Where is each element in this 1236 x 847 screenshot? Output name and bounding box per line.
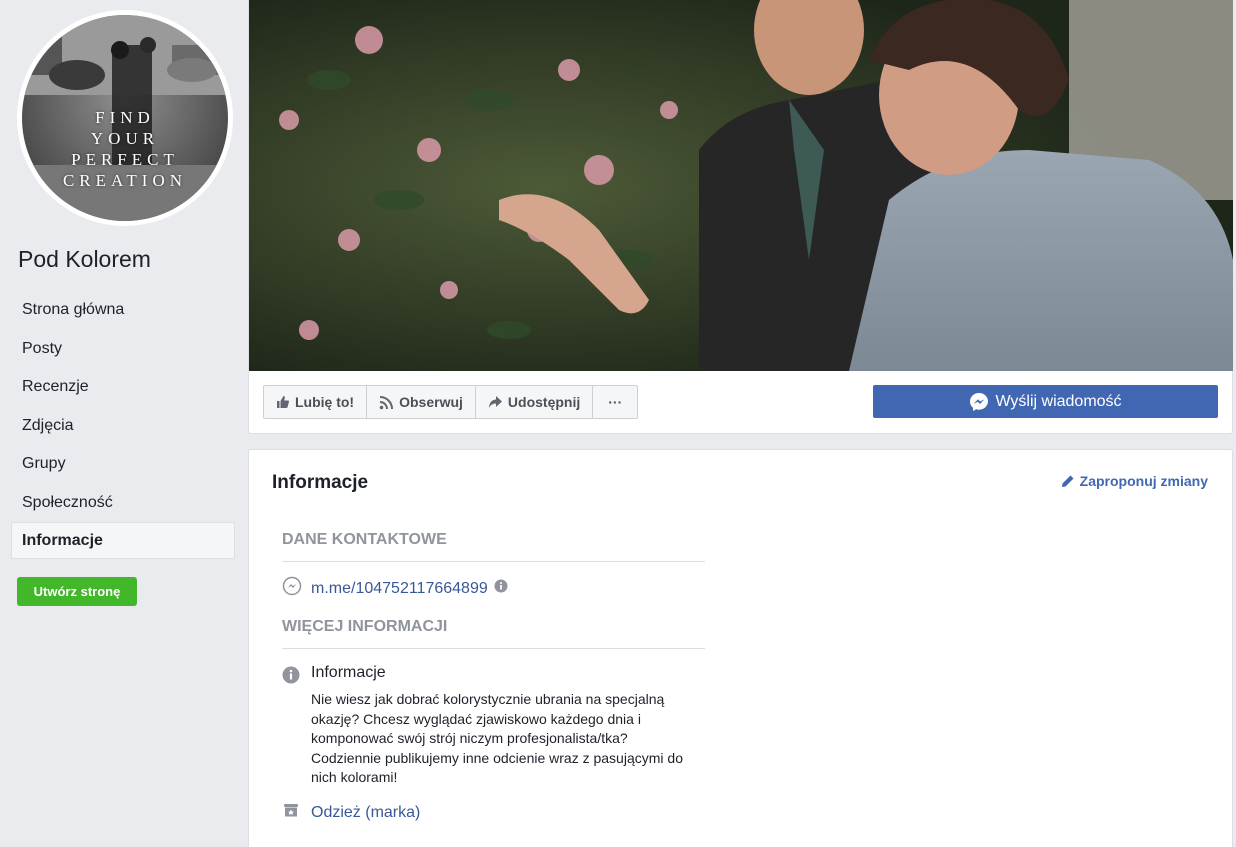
about-description: Nie wiesz jak dobrać kolorystycznie ubra… [311,691,683,785]
cover-card: Lubię to! Obserwuj Udostępnij ··· Wyślij… [248,0,1233,434]
avatar-image: FIND YOUR PERFECT CREATION [22,15,228,221]
messenger-icon [282,576,302,601]
about-title: Informacje [272,472,369,493]
sidebar-item-posts[interactable]: Posty [11,330,235,367]
sidebar-item-photos[interactable]: Zdjęcia [11,407,235,444]
info-circle-icon[interactable] [494,579,508,598]
like-button[interactable]: Lubię to! [264,386,368,418]
avatar-slogan-line: YOUR [90,129,160,148]
about-card: Informacje Zaproponuj zmiany DANE KONTAK… [248,449,1233,847]
messenger-icon [969,392,989,412]
sidebar: FIND YOUR PERFECT CREATION Pod Kolorem S… [0,0,247,847]
suggest-edits-link[interactable]: Zaproponuj zmiany [1061,473,1208,489]
more-info-section-heading: WIĘCEJ INFORMACJI [282,618,705,649]
share-arrow-icon [488,395,503,409]
contact-section-heading: DANE KONTAKTOWE [282,531,705,562]
avatar-slogan-line: CREATION [62,171,188,190]
avatar-slogan-line: PERFECT [71,150,179,169]
suggest-edits-label: Zaproponuj zmiany [1079,473,1208,489]
sidebar-item-reviews[interactable]: Recenzje [11,368,235,405]
more-options-button[interactable]: ··· [593,386,637,418]
messenger-contact-row: m.me/104752117664899 [282,576,508,601]
avatar-slogan-line: FIND [95,108,155,127]
sidebar-item-home[interactable]: Strona główna [11,291,235,328]
category-link[interactable]: Odzież (marka) [311,804,420,822]
thumbs-up-icon [276,395,290,409]
share-button[interactable]: Udostępnij [476,386,594,418]
page-actions: Lubię to! Obserwuj Udostępnij ··· [263,385,639,419]
info-circle-icon [282,666,300,689]
send-message-button[interactable]: Wyślij wiadomość [873,385,1218,418]
send-message-label: Wyślij wiadomość [995,392,1122,410]
sidebar-item-groups[interactable]: Grupy [11,445,235,482]
page-name[interactable]: Pod Kolorem [18,246,151,273]
share-label: Udostępnij [507,394,581,410]
rss-icon [379,395,394,410]
like-label: Lubię to! [295,394,355,410]
sidebar-nav: Strona główna Posty Recenzje Zdjęcia Gru… [11,291,235,561]
sidebar-item-community[interactable]: Społeczność [11,484,235,521]
messenger-link[interactable]: m.me/104752117664899 [311,580,488,598]
follow-label: Obserwuj [399,394,463,410]
category-row: Odzież (marka) [282,801,420,824]
follow-button[interactable]: Obserwuj [367,386,476,418]
avatar-slogan: FIND YOUR PERFECT CREATION [22,107,228,191]
sidebar-item-about[interactable]: Informacje [11,522,235,559]
cover-photo[interactable] [249,0,1233,371]
profile-avatar[interactable]: FIND YOUR PERFECT CREATION [17,10,233,226]
cover-photo-image [249,0,1233,371]
store-icon [282,801,300,824]
about-label: Informacje [311,664,386,681]
pencil-icon [1061,474,1075,488]
create-page-button[interactable]: Utwórz stronę [17,577,137,606]
